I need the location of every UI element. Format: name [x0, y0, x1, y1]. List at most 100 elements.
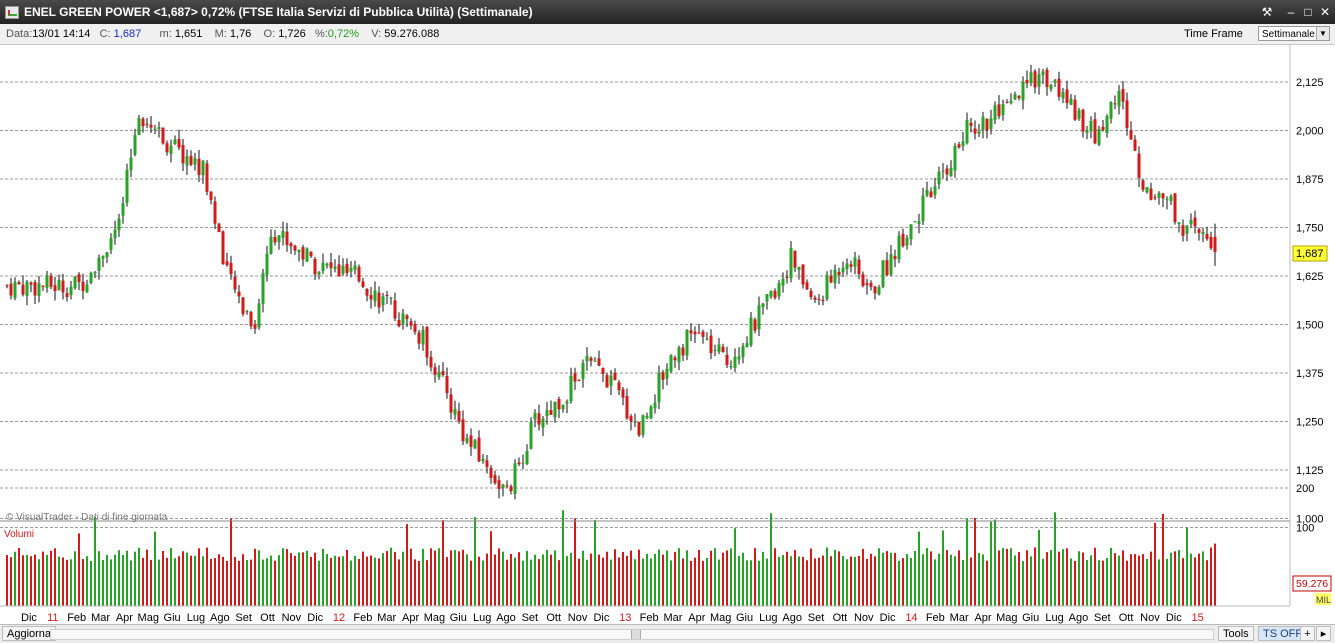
candle-body: [21, 284, 25, 295]
candle-body: [441, 371, 445, 375]
info-bar: Data:13/01 14:14 C: 1,687 m: 1,651 M: 1,…: [0, 24, 1335, 45]
horizontal-scrollbar[interactable]: [50, 629, 1214, 640]
volume-bar: [142, 557, 144, 606]
timeframe-select[interactable]: Settimanale ▼: [1258, 26, 1330, 41]
tools-button[interactable]: Tools: [1218, 626, 1254, 641]
volume-bar: [102, 559, 104, 606]
tools-icon[interactable]: ⚒: [1259, 4, 1275, 20]
aggiorna-button[interactable]: Aggiorna: [2, 626, 57, 641]
volume-bar: [758, 560, 760, 606]
volume-bar: [178, 556, 180, 606]
candle-body: [657, 373, 661, 403]
volume-bar: [1042, 558, 1044, 606]
volume-bar: [706, 558, 708, 606]
x-tick-label: Ago: [210, 612, 230, 624]
x-tick-label: Feb: [926, 612, 945, 624]
candle-body: [1017, 95, 1021, 99]
candle-body: [13, 282, 17, 298]
volume-bar: [1178, 550, 1180, 606]
volume-bar: [786, 551, 788, 606]
add-icon[interactable]: +: [1300, 626, 1315, 641]
x-tick-label: Mag: [424, 612, 445, 624]
volume-bar: [774, 548, 776, 606]
volume-bar: [62, 557, 64, 606]
candle-body: [953, 145, 957, 171]
x-tick-label: Ago: [782, 612, 802, 624]
candle-body: [937, 171, 941, 185]
volume-bar: [1006, 548, 1008, 606]
volume-bar: [606, 551, 608, 606]
candle-body: [269, 236, 273, 254]
volume-bar: [198, 548, 200, 606]
max-label: M:: [214, 28, 227, 40]
volume-bar: [302, 552, 304, 606]
volume-bar: [1150, 551, 1152, 606]
candle-body: [1197, 229, 1201, 233]
minimize-icon[interactable]: –: [1283, 4, 1299, 20]
candle-body: [37, 283, 41, 297]
candle-body: [537, 413, 541, 425]
x-tick-label: 14: [905, 612, 917, 624]
volume-bar: [734, 528, 736, 606]
candle-body: [1097, 128, 1101, 145]
candle-body: [881, 260, 885, 287]
candle-body: [109, 238, 113, 250]
volume-bar: [954, 556, 956, 606]
candle-body: [1025, 80, 1029, 84]
candle-body: [1053, 80, 1057, 83]
candle-body: [1033, 71, 1037, 88]
candle-body: [693, 331, 697, 335]
volume-bar: [698, 549, 700, 606]
maximize-icon[interactable]: □: [1300, 4, 1316, 20]
candle-body: [73, 276, 77, 289]
volume-bar: [542, 554, 544, 606]
volume-bar: [506, 559, 508, 606]
volume-bar: [342, 556, 344, 606]
volume-bar: [490, 531, 492, 606]
candle-body: [589, 357, 593, 361]
x-tick-label: Giu: [736, 612, 753, 624]
volume-bar: [438, 548, 440, 606]
candle-body: [289, 243, 293, 247]
volume-bar: [842, 556, 844, 606]
candle-body: [1113, 103, 1117, 105]
candle-body: [497, 480, 501, 489]
candle-body: [549, 410, 553, 415]
candle-body: [185, 156, 189, 166]
candle-body: [445, 375, 449, 394]
volume-bar: [146, 549, 148, 606]
chart-area[interactable]: 2,125 2,000 1,875 1,750 1,625 1,500 1,375 1,250…: [0, 45, 1335, 624]
volume-bar: [298, 552, 300, 606]
volume-bar: [238, 560, 240, 606]
volume-bar: [1106, 558, 1108, 606]
volume-bar: [1166, 558, 1168, 606]
volume-bar: [118, 550, 120, 606]
y-tick-label: 2,000: [1296, 126, 1324, 138]
volume-bar: [1094, 547, 1096, 606]
open-value: 1,726: [278, 28, 306, 40]
x-tick-label: Nov: [282, 612, 302, 624]
arrow-right-icon[interactable]: ▸: [1316, 626, 1331, 641]
scrollbar-thumb[interactable]: [631, 630, 641, 639]
x-tick-label: Lug: [473, 612, 491, 624]
volume-bar: [910, 557, 912, 606]
volume-bar: [834, 549, 836, 606]
volume-bar: [226, 561, 228, 606]
volume-bar: [26, 554, 28, 606]
chevron-down-icon[interactable]: ▼: [1316, 27, 1329, 40]
volume-bar: [494, 554, 496, 606]
y-tick-label: 1,125: [1296, 465, 1324, 477]
volume-bar: [634, 559, 636, 606]
close-icon[interactable]: ✕: [1317, 4, 1333, 20]
candle-body: [161, 127, 165, 144]
volume-bar: [446, 557, 448, 606]
volume-badge-label: 59.276: [1296, 578, 1328, 590]
volume-bar: [874, 556, 876, 606]
candle-body: [1185, 225, 1189, 234]
candle-body: [1109, 102, 1113, 119]
candle-body: [65, 293, 69, 298]
candle-body: [1085, 130, 1089, 133]
volume-bar: [1070, 558, 1072, 606]
candle-body: [857, 259, 861, 275]
candle-body: [197, 158, 201, 175]
